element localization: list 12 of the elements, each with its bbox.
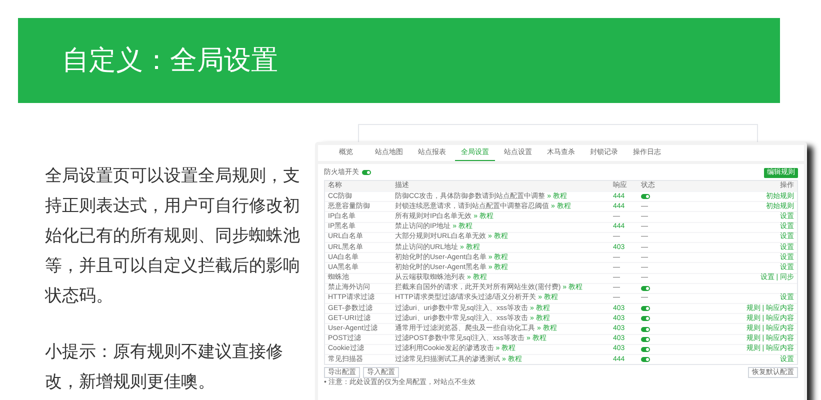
toggle-switch[interactable] bbox=[641, 194, 650, 200]
description-text: 全局设置页可以设置全局规则，支持正则表达式，用户可自行修改初始化已有的所有规则、同步蜘蛛池等，并且可以自定义拦截后的影响状态码。 bbox=[45, 165, 300, 307]
toggle-switch[interactable] bbox=[641, 286, 650, 291]
toggle-switch[interactable] bbox=[641, 336, 650, 342]
page-title: 自定义：全局设置 bbox=[62, 44, 278, 78]
toggle-switch[interactable] bbox=[362, 170, 371, 175]
toggle-switch[interactable] bbox=[641, 357, 650, 362]
toggle-switch[interactable] bbox=[641, 316, 650, 322]
toggle-switch[interactable] bbox=[641, 306, 650, 312]
description-text: 小提示：原有规则不建议直接修改，新增规则更佳噢。 bbox=[45, 341, 284, 393]
toggle-switch[interactable] bbox=[641, 346, 650, 352]
toggle-switch[interactable] bbox=[641, 326, 650, 332]
